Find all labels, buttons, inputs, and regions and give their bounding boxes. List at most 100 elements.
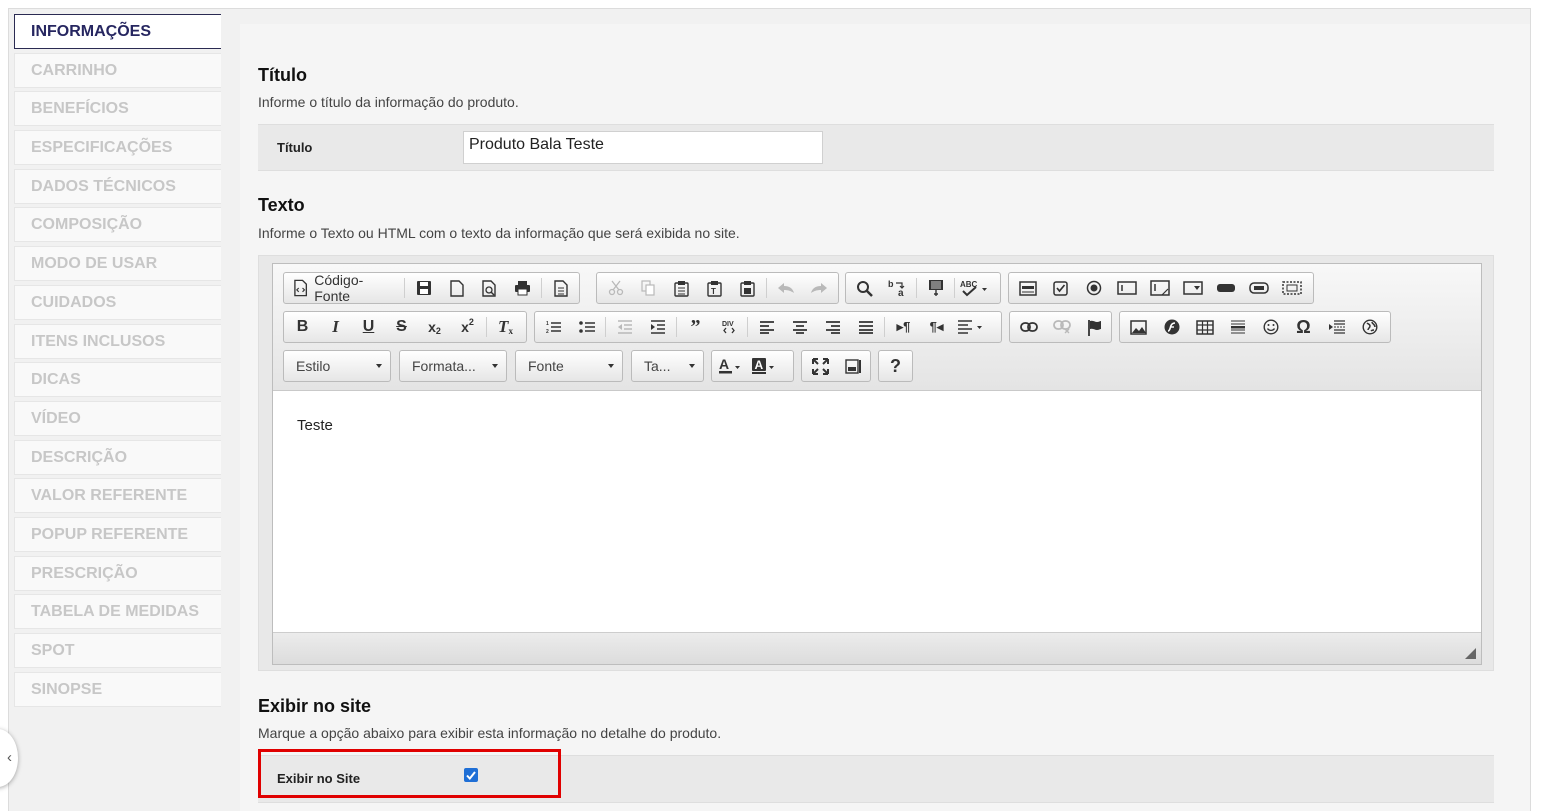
editor-content-area[interactable]: Teste	[273, 391, 1481, 632]
source-icon	[294, 279, 308, 297]
button-field-icon[interactable]	[1212, 275, 1239, 301]
sidebar-tab[interactable]: ESPECIFICAÇÕES	[14, 130, 221, 166]
paste-text-icon[interactable]: T	[701, 275, 728, 301]
align-right-icon[interactable]	[819, 314, 846, 340]
sidebar-tab[interactable]: DESCRIÇÃO	[14, 439, 221, 475]
image-button-icon[interactable]	[1245, 275, 1272, 301]
exibir-heading: Exibir no site	[258, 696, 372, 716]
sidebar-tab[interactable]: SPOT	[14, 633, 221, 668]
text-field-icon[interactable]	[1113, 275, 1140, 301]
editor-toolbar: Código-Fonte T b a ABC B I U S x 2 x 2 T…	[273, 264, 1481, 391]
align-left-icon[interactable]	[753, 314, 780, 340]
create-div-icon[interactable]: DIV	[715, 314, 742, 340]
superscript-icon[interactable]: x2	[454, 314, 481, 340]
flash-icon[interactable]	[1158, 314, 1185, 340]
svg-text:DIV: DIV	[722, 321, 734, 328]
size-combo-label: Ta...	[644, 358, 671, 374]
sidebar-tab[interactable]: SINOPSE	[14, 671, 221, 707]
bulleted-list-icon[interactable]	[573, 314, 600, 340]
special-char-icon[interactable]: Ω	[1290, 314, 1317, 340]
strikethrough-icon[interactable]: S	[388, 314, 415, 340]
maximize-icon[interactable]	[807, 353, 834, 379]
toolbar-group-about: ?	[878, 350, 913, 382]
background-color-icon[interactable]: A	[750, 353, 777, 379]
radio-icon[interactable]	[1080, 275, 1107, 301]
save-icon[interactable]	[410, 275, 437, 301]
source-button[interactable]: Código-Fonte	[289, 272, 399, 304]
help-icon[interactable]: ?	[882, 353, 909, 379]
sidebar-tab[interactable]: MODO DE USAR	[14, 246, 221, 282]
editor-statusbar	[273, 632, 1481, 664]
sidebar-tab[interactable]: TABELA DE MEDIDAS	[14, 594, 221, 630]
language-icon[interactable]	[956, 314, 983, 340]
anchor-flag-icon[interactable]	[1081, 314, 1108, 340]
font-combo[interactable]: Fonte	[515, 350, 623, 382]
horizontal-rule-icon[interactable]	[1224, 314, 1251, 340]
resize-grip-icon[interactable]	[1465, 648, 1476, 659]
undo-icon[interactable]	[772, 275, 799, 301]
textarea-icon[interactable]	[1146, 275, 1173, 301]
align-center-icon[interactable]	[786, 314, 813, 340]
style-combo[interactable]: Estilo	[283, 350, 391, 382]
replace-icon[interactable]: ba	[884, 275, 911, 301]
form-icon[interactable]	[1014, 275, 1041, 301]
copy-icon[interactable]	[635, 275, 662, 301]
new-page-icon[interactable]	[443, 275, 470, 301]
sidebar-tab[interactable]: POPUP REFERENTE	[14, 516, 221, 552]
remove-format-icon[interactable]: Tx	[492, 314, 519, 340]
indent-icon[interactable]	[644, 314, 671, 340]
smiley-icon[interactable]	[1257, 314, 1284, 340]
texto-heading: Texto	[258, 195, 305, 215]
bold-icon[interactable]: B	[289, 314, 316, 340]
subscript-icon[interactable]: x2	[421, 314, 448, 340]
svg-text:2: 2	[546, 329, 549, 334]
preview-icon[interactable]	[476, 275, 503, 301]
link-icon[interactable]	[1015, 314, 1042, 340]
cut-icon[interactable]	[602, 275, 629, 301]
titulo-input[interactable]: Produto Bala Teste	[463, 131, 823, 164]
toolbar-separator	[541, 278, 542, 298]
iframe-globe-icon[interactable]	[1356, 314, 1383, 340]
sidebar-tab[interactable]: ITENS INCLUSOS	[14, 323, 221, 359]
page-break-icon[interactable]	[1323, 314, 1350, 340]
hidden-field-icon[interactable]	[1278, 275, 1305, 301]
sidebar-tab[interactable]: COMPOSIÇÃO	[14, 207, 221, 243]
find-icon[interactable]	[851, 275, 878, 301]
text-color-icon[interactable]: A	[717, 353, 744, 379]
underline-icon[interactable]: U	[355, 314, 382, 340]
sidebar-tab[interactable]: VALOR REFERENTE	[14, 478, 221, 514]
text-ltr-icon[interactable]: ▸¶	[890, 314, 917, 340]
svg-text:A: A	[719, 357, 729, 372]
sidebar-tab[interactable]: CARRINHO	[14, 52, 221, 88]
justify-icon[interactable]	[852, 314, 879, 340]
templates-icon[interactable]	[547, 275, 574, 301]
sidebar-tab[interactable]: DICAS	[14, 362, 221, 398]
paste-word-icon[interactable]	[734, 275, 761, 301]
sidebar-tab[interactable]: PRESCRIÇÃO	[14, 555, 221, 591]
checkbox-icon[interactable]	[1047, 275, 1074, 301]
sidebar-tab[interactable]: CUIDADOS	[14, 284, 221, 320]
sidebar-tab[interactable]: INFORMAÇÕES	[14, 14, 221, 49]
select-field-icon[interactable]	[1179, 275, 1206, 301]
select-all-icon[interactable]	[922, 275, 949, 301]
italic-icon[interactable]: I	[322, 314, 349, 340]
redo-icon[interactable]	[805, 275, 832, 301]
format-combo[interactable]: Formata...	[399, 350, 507, 382]
spellcheck-icon[interactable]: ABC	[960, 275, 988, 301]
sidebar-tab[interactable]: VÍDEO	[14, 400, 221, 436]
print-icon[interactable]	[509, 275, 536, 301]
paste-icon[interactable]	[668, 275, 695, 301]
sidebar-tab[interactable]: DADOS TÉCNICOS	[14, 168, 221, 204]
text-rtl-icon[interactable]: ¶◂	[923, 314, 950, 340]
outdent-icon[interactable]	[611, 314, 638, 340]
unlink-icon[interactable]	[1048, 314, 1075, 340]
table-icon[interactable]	[1191, 314, 1218, 340]
blockquote-icon[interactable]: ”	[682, 314, 709, 340]
sidebar-tab[interactable]: BENEFÍCIOS	[14, 91, 221, 127]
chevron-down-icon	[608, 364, 614, 368]
show-blocks-icon[interactable]	[840, 353, 867, 379]
image-icon[interactable]	[1125, 314, 1152, 340]
size-combo[interactable]: Ta...	[631, 350, 704, 382]
numbered-list-icon[interactable]: 12	[540, 314, 567, 340]
toolbar-group-tools	[801, 350, 871, 382]
